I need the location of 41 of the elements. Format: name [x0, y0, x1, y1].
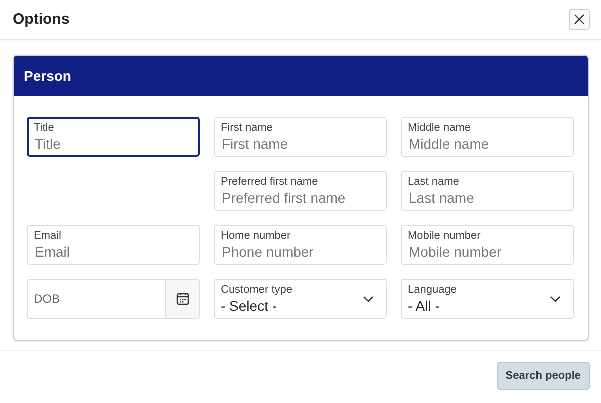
text-field[interactable]: Mobile number Mobile number [401, 225, 574, 265]
text-field[interactable]: Middle name Middle name [401, 117, 574, 157]
field-label: Preferred first name [221, 176, 320, 188]
text-input[interactable]: Phone number [221, 242, 381, 260]
text-field[interactable]: Last name Last name [401, 171, 574, 211]
field-label: Email [34, 230, 63, 242]
date-field[interactable]: DOB [27, 279, 200, 319]
field-label: Middle name [408, 122, 472, 134]
field-label: Language [408, 284, 458, 296]
close-icon [574, 14, 585, 25]
text-input[interactable]: Last name [408, 188, 568, 206]
close-button[interactable] [569, 9, 590, 30]
chevron-down-icon [550, 296, 561, 302]
text-field[interactable]: Email Email [27, 225, 200, 265]
calendar-button[interactable] [165, 280, 199, 318]
date-placeholder: DOB [34, 292, 62, 306]
text-input[interactable]: First name [221, 134, 381, 152]
field-label: Title [34, 122, 56, 134]
text-input[interactable]: Title [34, 134, 194, 152]
text-field[interactable]: Title Title [27, 117, 200, 157]
chevron-down-icon [363, 296, 374, 302]
calendar-icon [176, 292, 190, 306]
text-field[interactable]: Home number Phone number [214, 225, 387, 265]
text-input[interactable]: Email [34, 242, 194, 260]
select-field[interactable]: Customer type - Select - [214, 279, 387, 319]
dialog-title: Options [13, 11, 70, 28]
text-field[interactable]: Preferred first name Preferred first name [214, 171, 387, 211]
field-label: Home number [221, 230, 292, 242]
text-input[interactable]: Preferred first name [221, 188, 381, 206]
panel-title: Person [24, 68, 72, 84]
text-input[interactable]: Middle name [408, 134, 568, 152]
search-button[interactable]: Search people [496, 362, 590, 390]
text-field[interactable]: First name First name [214, 117, 387, 157]
field-label: First name [221, 122, 274, 134]
text-input[interactable]: Mobile number [408, 242, 568, 260]
field-label: Mobile number [408, 230, 482, 242]
field-label: Last name [408, 176, 460, 188]
field-label: Customer type [221, 284, 294, 296]
select-field[interactable]: Language - All - [401, 279, 574, 319]
select-value: - All - [408, 296, 441, 314]
select-value: - Select - [221, 296, 278, 314]
